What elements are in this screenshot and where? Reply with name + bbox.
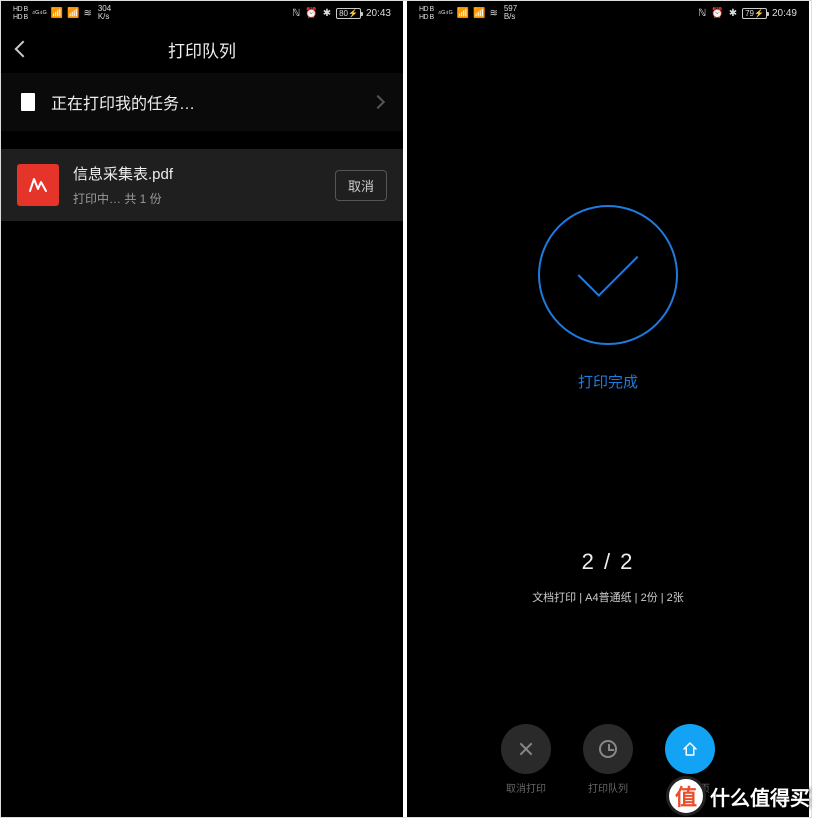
status-bar-left: HD BHD B ⁴ᴳ⁴ᴳ 📶📶 ≋ 304K/s ℕ ⏰ ✱ 80⚡ 20:4…	[1, 1, 403, 25]
pdf-icon	[17, 164, 59, 206]
battery-icon: 79⚡	[742, 8, 767, 19]
status-bar-right: HD BHD B ⁴ᴳ⁴ᴳ 📶📶 ≋ 597B/s ℕ ⏰ ✱ 79⚡ 20:4…	[407, 1, 809, 25]
bluetooth-icon: ✱	[323, 8, 331, 19]
status-time: 20:49	[772, 8, 797, 19]
check-icon	[578, 236, 639, 297]
print-file-row: 信息采集表.pdf 打印中… 共 1 份 取消	[1, 149, 403, 221]
print-queue-button[interactable]: 打印队列	[583, 724, 633, 795]
watermark-icon: 值	[666, 776, 706, 816]
print-detail: 文档打印 | A4普通纸 | 2份 | 2张	[407, 589, 809, 605]
page-title: 打印队列	[168, 37, 236, 62]
success-text: 打印完成	[578, 371, 638, 392]
watermark: 值 什么值得买	[666, 776, 810, 816]
cancel-print-button[interactable]: 取消打印	[501, 724, 551, 795]
nfc-icon: ℕ	[698, 8, 706, 19]
file-name: 信息采集表.pdf	[73, 163, 335, 184]
battery-icon: 80⚡	[336, 8, 361, 19]
close-icon	[518, 741, 534, 757]
wifi-icon: ≋	[489, 8, 497, 19]
page-header: 打印队列	[1, 25, 403, 73]
home-icon	[681, 740, 699, 758]
back-icon[interactable]	[15, 41, 32, 58]
alarm-icon: ⏰	[711, 8, 723, 19]
wifi-icon: ≋	[83, 8, 91, 19]
chevron-right-icon	[371, 95, 385, 109]
success-circle-icon	[538, 205, 678, 345]
alarm-icon: ⏰	[305, 8, 317, 19]
file-status: 打印中… 共 1 份	[73, 190, 335, 207]
bluetooth-icon: ✱	[729, 8, 737, 19]
clock-icon	[599, 740, 617, 758]
current-job-label: 正在打印我的任务…	[51, 90, 373, 114]
status-time: 20:43	[366, 8, 391, 19]
document-icon	[21, 93, 35, 111]
current-job-row[interactable]: 正在打印我的任务…	[1, 73, 403, 131]
cancel-button[interactable]: 取消	[335, 170, 387, 201]
page-count: 2 / 2	[407, 549, 809, 575]
nfc-icon: ℕ	[292, 8, 300, 19]
